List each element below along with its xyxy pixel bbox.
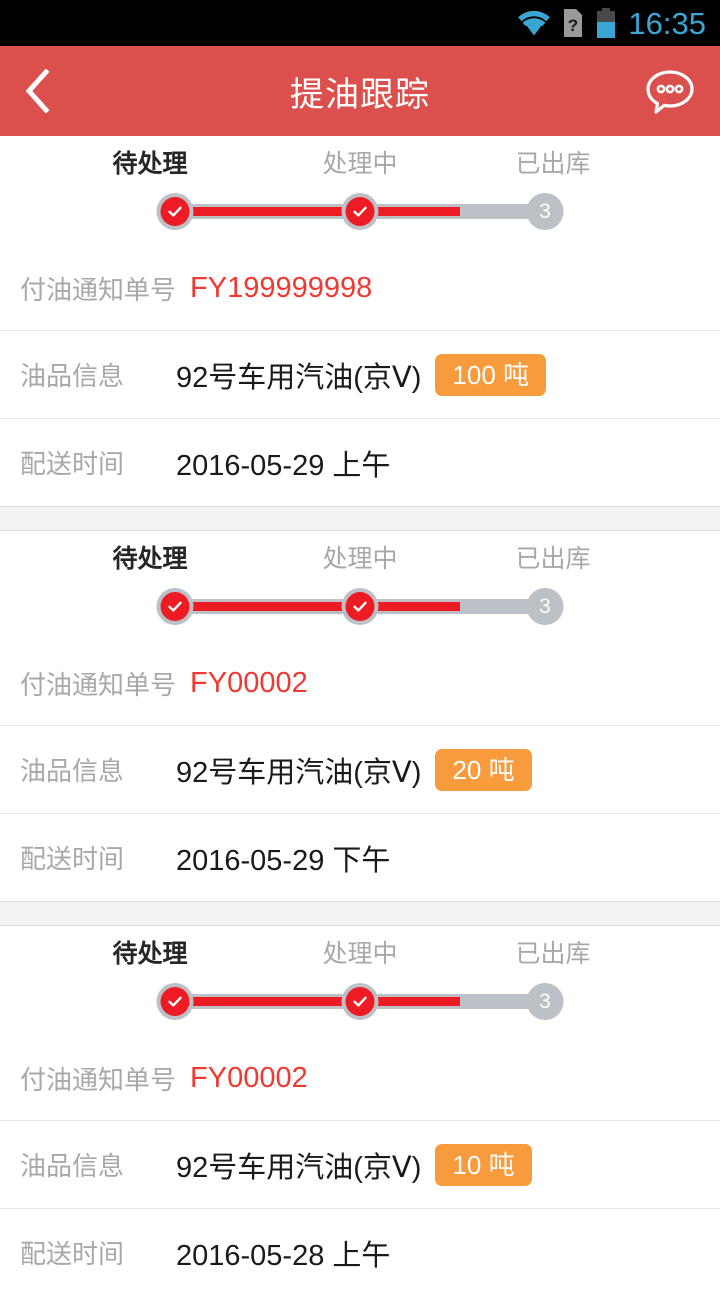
stepper-node-2-complete bbox=[341, 193, 379, 230]
stepper-label-2: 处理中 bbox=[322, 545, 398, 573]
check-circle-icon bbox=[160, 987, 190, 1016]
product-info-value: 92号车用汽油(京Ⅴ) bbox=[176, 756, 422, 789]
delivery-time-value: 2016-05-29 下午 bbox=[176, 844, 391, 877]
check-circle-icon bbox=[160, 197, 190, 226]
product-info-label: 油品信息 bbox=[20, 361, 125, 391]
order-number-row: 付油通知单号 FY199999998 bbox=[0, 246, 720, 330]
sim-card-missing-icon: ? bbox=[562, 8, 584, 38]
order-number-row: 付油通知单号 FY00002 bbox=[0, 641, 720, 725]
delivery-time-row: 配送时间 2016-05-29 下午 bbox=[0, 813, 720, 901]
battery-icon bbox=[595, 7, 617, 39]
stepper-node-3-pending: 3 bbox=[526, 193, 564, 230]
tracking-card[interactable]: 待处理 处理中 已出库 3 bbox=[0, 926, 720, 1296]
progress-stepper: 待处理 处理中 已出库 3 bbox=[0, 926, 720, 1036]
chat-action-button[interactable] bbox=[634, 46, 706, 136]
svg-text:?: ? bbox=[568, 16, 578, 35]
stepper-labels: 待处理 处理中 已出库 bbox=[0, 531, 720, 577]
check-circle-icon bbox=[160, 592, 190, 621]
stepper-track: 3 bbox=[0, 577, 720, 637]
product-info-row: 油品信息 92号车用汽油(京Ⅴ) 100 吨 bbox=[0, 330, 720, 418]
stepper-label-1: 待处理 bbox=[112, 545, 188, 573]
order-number-value: FY00002 bbox=[190, 666, 308, 699]
card-separator bbox=[0, 901, 720, 926]
status-bar: ? 16:35 bbox=[0, 0, 720, 46]
stepper-node-2-complete bbox=[341, 588, 379, 625]
delivery-time-row: 配送时间 2016-05-29 上午 bbox=[0, 418, 720, 506]
order-number-label: 付油通知单号 bbox=[20, 274, 177, 305]
quantity-badge: 20 吨 bbox=[435, 748, 532, 791]
stepper-label-3: 已出库 bbox=[515, 545, 591, 573]
progress-stepper: 待处理 处理中 已出库 3 bbox=[0, 531, 720, 641]
tracking-card[interactable]: 待处理 处理中 已出库 3 bbox=[0, 136, 720, 506]
tracking-card[interactable]: 待处理 处理中 已出库 3 bbox=[0, 531, 720, 901]
delivery-time-value: 2016-05-28 上午 bbox=[176, 1239, 391, 1272]
progress-stepper: 待处理 处理中 已出库 3 bbox=[0, 136, 720, 246]
stepper-label-3: 已出库 bbox=[515, 940, 591, 968]
delivery-time-label: 配送时间 bbox=[20, 844, 125, 874]
quantity-badge: 10 吨 bbox=[435, 1143, 532, 1186]
stepper-node-1-complete bbox=[156, 193, 194, 230]
back-button[interactable] bbox=[0, 46, 74, 136]
product-info-row: 油品信息 92号车用汽油(京Ⅴ) 10 吨 bbox=[0, 1120, 720, 1208]
chevron-left-icon bbox=[24, 69, 50, 113]
stepper-labels: 待处理 处理中 已出库 bbox=[0, 136, 720, 182]
check-circle-icon bbox=[345, 987, 375, 1016]
stepper-track-progress bbox=[175, 207, 460, 216]
product-info-label: 油品信息 bbox=[20, 756, 125, 786]
status-bar-icons: ? bbox=[517, 7, 617, 39]
quantity-badge: 100 吨 bbox=[435, 353, 547, 396]
order-number-label: 付油通知单号 bbox=[20, 1064, 177, 1095]
status-bar-clock: 16:35 bbox=[628, 5, 706, 41]
order-number-value: FY199999998 bbox=[190, 271, 373, 304]
product-info-row: 油品信息 92号车用汽油(京Ⅴ) 20 吨 bbox=[0, 725, 720, 813]
chat-bubble-more-icon bbox=[644, 66, 696, 116]
stepper-track: 3 bbox=[0, 182, 720, 242]
delivery-time-label: 配送时间 bbox=[20, 1239, 125, 1269]
product-info-value: 92号车用汽油(京Ⅴ) bbox=[176, 361, 422, 394]
stepper-track: 3 bbox=[0, 972, 720, 1032]
stepper-track-progress bbox=[175, 602, 460, 611]
order-number-label: 付油通知单号 bbox=[20, 669, 177, 700]
check-circle-icon bbox=[345, 592, 375, 621]
stepper-labels: 待处理 处理中 已出库 bbox=[0, 926, 720, 972]
stepper-node-2-complete bbox=[341, 983, 379, 1020]
product-info-value: 92号车用汽油(京Ⅴ) bbox=[176, 1151, 422, 1184]
order-number-value: FY00002 bbox=[190, 1061, 308, 1094]
stepper-label-3: 已出库 bbox=[515, 150, 591, 178]
stepper-label-2: 处理中 bbox=[322, 150, 398, 178]
wifi-icon bbox=[517, 10, 551, 36]
stepper-track-progress bbox=[175, 997, 460, 1006]
tracking-list: 待处理 处理中 已出库 3 付油通知单号 FY199999998 油品信息 92… bbox=[0, 136, 720, 1296]
stepper-node-1-complete bbox=[156, 983, 194, 1020]
stepper-label-1: 待处理 bbox=[112, 150, 188, 178]
page-title: 提油跟踪 bbox=[290, 75, 430, 114]
stepper-node-3-pending: 3 bbox=[526, 983, 564, 1020]
app-header: 提油跟踪 bbox=[0, 46, 720, 136]
delivery-time-row: 配送时间 2016-05-28 上午 bbox=[0, 1208, 720, 1296]
order-number-row: 付油通知单号 FY00002 bbox=[0, 1036, 720, 1120]
stepper-label-2: 处理中 bbox=[322, 940, 398, 968]
card-separator bbox=[0, 506, 720, 531]
delivery-time-value: 2016-05-29 上午 bbox=[176, 449, 391, 482]
stepper-label-1: 待处理 bbox=[112, 940, 188, 968]
delivery-time-label: 配送时间 bbox=[20, 449, 125, 479]
check-circle-icon bbox=[345, 197, 375, 226]
product-info-label: 油品信息 bbox=[20, 1151, 125, 1181]
stepper-node-1-complete bbox=[156, 588, 194, 625]
stepper-node-3-pending: 3 bbox=[526, 588, 564, 625]
